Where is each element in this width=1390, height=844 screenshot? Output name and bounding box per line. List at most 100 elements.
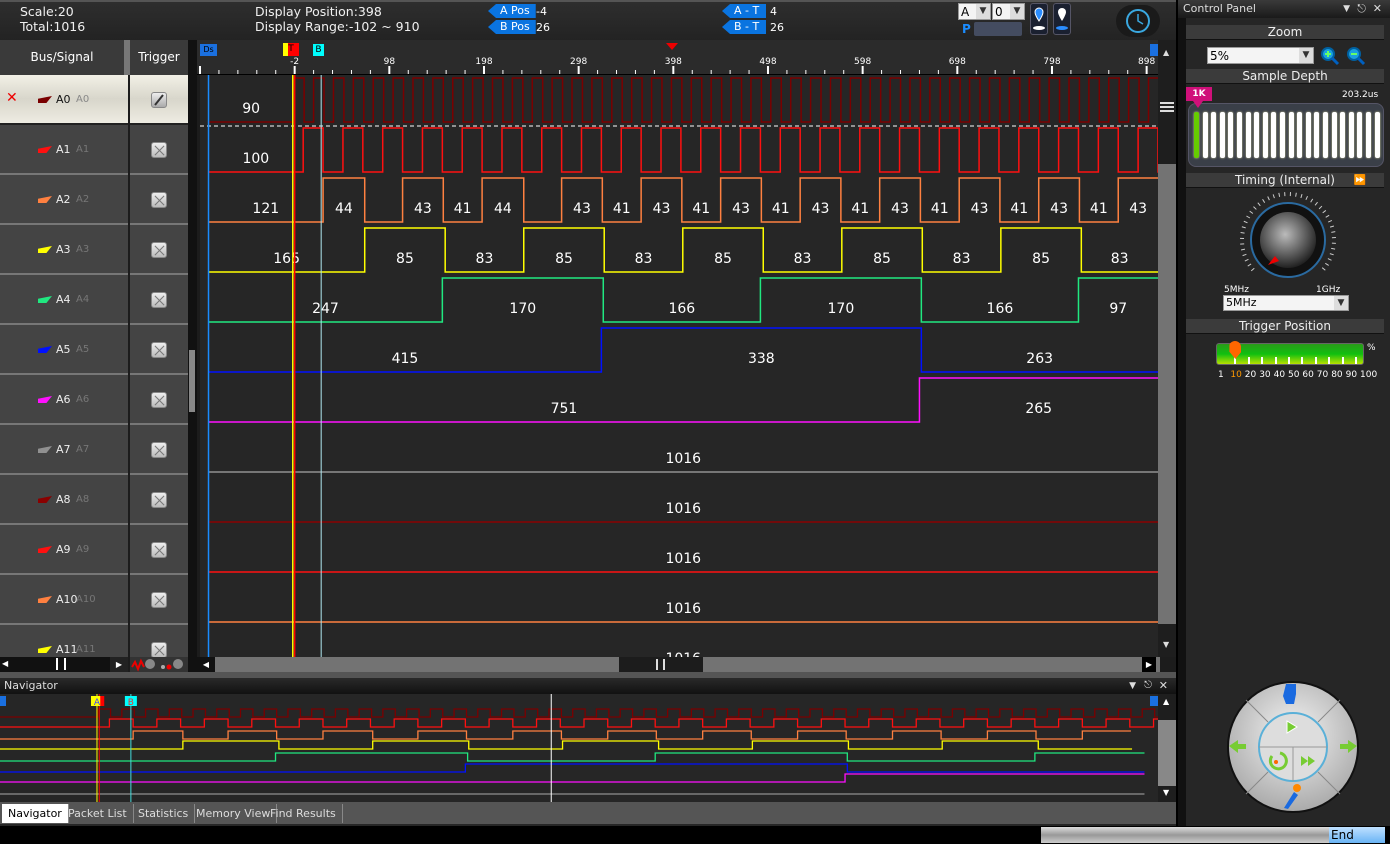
signal-row-a5[interactable]: A5 A5 (0, 325, 128, 375)
cursor-b-marker[interactable]: B (313, 44, 324, 56)
horizontal-scroll-thumb[interactable] (619, 657, 703, 672)
trigger-cell-a1[interactable] (130, 125, 188, 175)
no-trigger-icon[interactable] (151, 342, 167, 358)
signal-row-a7[interactable]: A7 A7 (0, 425, 128, 475)
close-icon[interactable]: ✕ (1159, 678, 1168, 694)
navigator-scroll-thumb[interactable] (1158, 720, 1176, 786)
signal-row-a1[interactable]: A1 A1 (0, 125, 128, 175)
menu-lines-icon[interactable] (1160, 102, 1174, 112)
pin-icon[interactable]: ⎋ (1144, 678, 1152, 694)
scroll-right-icon[interactable]: ▶ (110, 657, 128, 672)
trigger-cell-a9[interactable] (130, 525, 188, 575)
signal-row-a8[interactable]: A8 A8 (0, 475, 128, 525)
navigation-wheel[interactable] (1226, 680, 1360, 814)
no-trigger-icon[interactable] (151, 392, 167, 408)
signal-row-a3[interactable]: A3 A3 (0, 225, 128, 275)
signal-row-a9[interactable]: A9 A9 (0, 525, 128, 575)
timing-select[interactable]: 5MHz ▼ (1223, 295, 1349, 311)
trigger-cell-a10[interactable] (130, 575, 188, 625)
trigger-cell-a0[interactable] (130, 75, 188, 125)
trigger-marker[interactable]: T (283, 43, 299, 56)
scroll-left-icon[interactable]: ◀ (2, 659, 8, 668)
timing-knob[interactable] (1228, 192, 1348, 288)
remove-icon[interactable]: ✕ (6, 90, 18, 106)
no-trigger-icon[interactable] (151, 492, 167, 508)
trigger-cell-a3[interactable] (130, 225, 188, 275)
tab-find-results[interactable]: Find Results (264, 804, 343, 823)
navigator-data-end-marker[interactable] (1150, 696, 1158, 706)
display-position-marker[interactable] (666, 43, 678, 50)
scroll-down-icon[interactable]: ▼ (1163, 640, 1169, 649)
timing-header[interactable]: Timing (Internal) ⏩ (1186, 173, 1384, 188)
scroll-left-icon[interactable]: ◀ (197, 657, 215, 672)
trigger-cell-a11[interactable] (130, 625, 188, 657)
trigger-tool-icons[interactable] (130, 657, 188, 672)
scroll-down-icon[interactable]: ▼ (1163, 788, 1169, 797)
time-ruler[interactable]: -2 98 198 298 398 498 598 698 798 898 Ds T B (197, 40, 1160, 75)
signal-row-a2[interactable]: A2 A2 (0, 175, 128, 225)
b-t-badge[interactable]: B - T (722, 20, 766, 34)
bus-signal-header[interactable]: Bus/Signal (0, 40, 124, 75)
pin-filled-button[interactable] (1030, 3, 1048, 35)
zoom-out-icon[interactable] (1346, 46, 1368, 66)
data-start-marker[interactable]: Ds (200, 44, 217, 56)
signal-row-a6[interactable]: A6 A6 (0, 375, 128, 425)
dropdown-icon[interactable]: ▼ (1343, 0, 1350, 18)
waveform-canvas[interactable]: 90 100 121 44 43 41 44 43 41 43 41 43 41 43 41 43 41 43 41… (200, 75, 1158, 657)
navigator-scrollbar[interactable]: ▲ ▼ (1158, 694, 1176, 802)
no-trigger-icon[interactable] (151, 642, 167, 657)
tab-packet-list[interactable]: Packet List (62, 804, 134, 823)
trigger-cell-a5[interactable] (130, 325, 188, 375)
tab-navigator[interactable]: Navigator (2, 804, 69, 823)
dropdown-icon[interactable]: ▼ (1129, 678, 1136, 694)
signal-row-a4[interactable]: A4 A4 (0, 275, 128, 325)
pin-icon[interactable]: ⎋ (1357, 0, 1366, 18)
p-input[interactable] (974, 22, 1022, 36)
waveform-vertical-scrollbar[interactable]: ▲ ▼ (1158, 40, 1176, 657)
signal-list-scrollbar[interactable]: ◀ ▶ (0, 657, 128, 672)
clock-button[interactable] (1116, 5, 1160, 37)
edge-trigger-icon[interactable] (151, 92, 167, 108)
scroll-up-icon[interactable]: ▲ (1163, 697, 1169, 706)
vertical-scroll-thumb[interactable] (1158, 164, 1176, 624)
pane-splitter[interactable] (188, 40, 197, 672)
depth-pointer-icon[interactable] (1193, 101, 1203, 108)
pin-outline-button[interactable] (1053, 3, 1071, 35)
trigger-position-thumb-icon[interactable] (1229, 341, 1242, 359)
trigger-header[interactable]: Trigger (130, 40, 188, 75)
no-trigger-icon[interactable] (151, 192, 167, 208)
waveform-view[interactable]: 90 100 121 44 43 41 44 43 41 43 41 43 41 43 41 43 41 43 41… (200, 75, 1158, 657)
no-trigger-icon[interactable] (151, 142, 167, 158)
tab-statistics[interactable]: Statistics (132, 804, 196, 823)
scroll-right-icon[interactable]: ▶ (1142, 657, 1156, 672)
trigger-position-slider[interactable] (1216, 341, 1364, 365)
trigger-cell-a6[interactable] (130, 375, 188, 425)
b-pos-badge[interactable]: B Pos (488, 20, 536, 34)
trigger-cell-a8[interactable] (130, 475, 188, 525)
scroll-up-icon[interactable]: ▲ (1163, 48, 1169, 57)
no-trigger-icon[interactable] (151, 592, 167, 608)
zoom-select[interactable]: 5% ▼ (1207, 47, 1314, 64)
no-trigger-icon[interactable] (151, 242, 167, 258)
collapse-handle[interactable] (189, 350, 195, 412)
close-icon[interactable]: ✕ (1373, 0, 1382, 18)
a-t-badge[interactable]: A - T (722, 4, 766, 18)
no-trigger-icon[interactable] (151, 542, 167, 558)
scroll-grip-icon[interactable] (56, 658, 66, 670)
sample-depth-slider[interactable] (1188, 101, 1384, 167)
trigger-cell-a4[interactable] (130, 275, 188, 325)
trigger-cell-a2[interactable] (130, 175, 188, 225)
no-trigger-icon[interactable] (151, 292, 167, 308)
zoom-in-icon[interactable] (1320, 46, 1342, 66)
navigator-trigger-marker[interactable] (100, 696, 105, 706)
navigator-overview[interactable]: AB (0, 694, 1158, 802)
signal-row-a10[interactable]: A10 A10 (0, 575, 128, 625)
fast-forward-icon[interactable]: ⏩ (1354, 173, 1366, 188)
channel-select[interactable]: A ▼ (958, 3, 991, 20)
a-pos-badge[interactable]: A Pos (488, 4, 536, 18)
value-select[interactable]: 0 ▼ (992, 3, 1025, 20)
waveform-horizontal-scrollbar[interactable]: ◀ ▶ (197, 657, 1160, 672)
knob-cap[interactable] (1260, 212, 1316, 268)
signal-row-a11[interactable]: A11 A11 (0, 625, 128, 657)
signal-row-a0[interactable]: ✕ A0 A0 (0, 75, 128, 125)
